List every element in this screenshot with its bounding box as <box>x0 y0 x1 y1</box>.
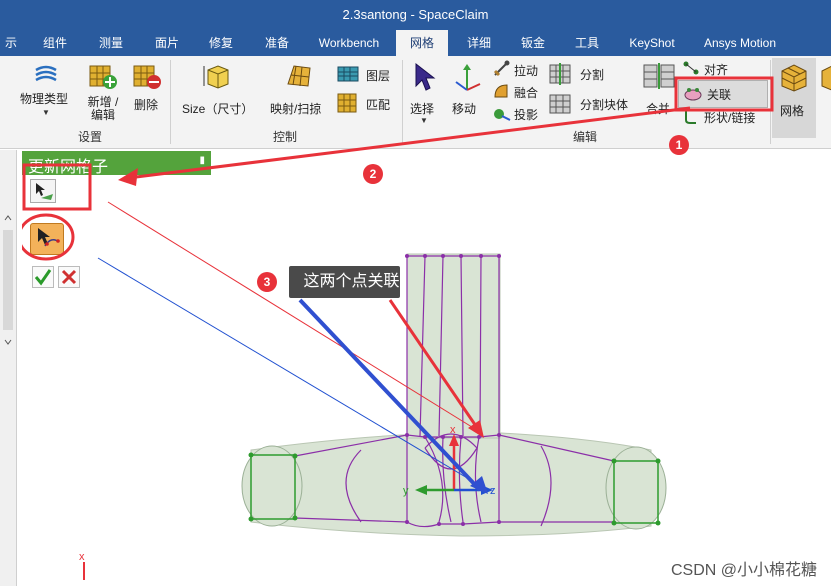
map-sweep-button[interactable]: 映射/扫掠 <box>266 60 328 122</box>
ribbon-separator <box>770 60 771 144</box>
tab-facets[interactable]: 面片 <box>144 30 190 56</box>
tab-workbench[interactable]: Workbench <box>310 30 388 56</box>
move-icon <box>455 64 481 91</box>
split-icon <box>549 63 571 85</box>
map-sweep-icon <box>287 65 311 87</box>
align-icon <box>683 61 699 75</box>
size-button[interactable]: Size（尺寸） <box>178 60 256 122</box>
layer-button[interactable]: 图层 <box>334 64 398 86</box>
merge-label: 合并 <box>646 102 671 116</box>
mesh-add-icon <box>89 65 117 89</box>
tab-prepare[interactable]: 准备 <box>254 30 300 56</box>
tee-pipe-model: x y z <box>241 253 667 537</box>
select-cursor-icon <box>415 62 436 91</box>
tab-repair[interactable]: 修复 <box>198 30 244 56</box>
move-button[interactable]: 移动 <box>446 60 486 122</box>
split-body-label: 分割块体 <box>580 98 629 112</box>
split-body-icon <box>549 94 571 114</box>
project-icon <box>494 109 511 121</box>
menu-bar: 示 组件 测量 面片 修复 准备 Workbench 网格 详细 钣金 工具 K… <box>0 30 831 56</box>
pull-label: 拉动 <box>514 64 539 78</box>
next-ribbon-button[interactable] <box>818 58 831 138</box>
step-badge-3: 3 <box>257 272 277 292</box>
tab-display[interactable]: 示 <box>0 30 22 56</box>
shape-link-label: 形状/链接 <box>704 111 756 125</box>
move-label: 移动 <box>452 102 477 116</box>
tab-measure[interactable]: 测量 <box>88 30 134 56</box>
left-dock <box>0 150 17 586</box>
associate-label: 关联 <box>707 88 732 102</box>
ribbon: 物理类型 ▼ 新增 / 编辑 删除 设置 Size（尺寸） 映射/扫掠 图层 匹… <box>0 56 831 149</box>
split-body-button[interactable]: 分割块体 <box>548 92 634 116</box>
shape-link-icon <box>685 110 696 124</box>
group-label-setup: 设置 <box>77 130 102 144</box>
group-label-control: 控制 <box>272 130 297 144</box>
group-label-edit: 编辑 <box>572 130 597 144</box>
match-button[interactable]: 匹配 <box>334 92 398 116</box>
project-label: 投影 <box>514 108 539 122</box>
physics-type-button[interactable]: 物理类型 ▼ <box>14 60 78 122</box>
blend-button[interactable]: 融合 <box>490 82 542 102</box>
tab-sheet-metal[interactable]: 钣金 <box>510 30 556 56</box>
match-icon <box>337 93 357 113</box>
align-button[interactable]: 对齐 <box>682 60 738 78</box>
align-label: 对齐 <box>704 63 729 77</box>
delete-button[interactable]: 删除 <box>128 60 166 122</box>
ribbon-separator <box>170 60 171 144</box>
tab-mesh[interactable]: 网格 <box>396 30 448 56</box>
tab-assembly[interactable]: 组件 <box>32 30 78 56</box>
watermark: CSDN @小小棉花糖 <box>670 562 817 579</box>
tab-tools[interactable]: 工具 <box>564 30 610 56</box>
mesh-cube-icon <box>781 64 807 92</box>
scrollbar[interactable] <box>2 210 14 350</box>
select-button[interactable]: 选择 ▼ <box>404 60 442 126</box>
layer-icon <box>337 66 359 82</box>
merge-icon <box>643 63 675 89</box>
size-icon <box>203 65 229 89</box>
tool-options-panel: 更新网格子 ▮ <box>22 151 211 586</box>
match-label: 匹配 <box>366 98 391 112</box>
physics-icon <box>35 65 57 82</box>
mesh-delete-icon <box>133 65 161 89</box>
step-badge-1: 1 <box>669 135 689 155</box>
associate-button[interactable]: 关联 <box>678 80 768 108</box>
pull-icon <box>493 60 510 77</box>
blend-label: 融合 <box>514 86 539 100</box>
mesh-cube-icon <box>821 65 831 91</box>
title-bar: 2.3santong - SpaceClaim <box>0 0 831 30</box>
ribbon-separator <box>402 60 403 144</box>
size-label: Size（尺寸） <box>182 102 254 116</box>
tab-keyshot[interactable]: KeyShot <box>622 30 682 56</box>
project-button[interactable]: 投影 <box>490 104 542 124</box>
callout: 这两个点关联 <box>289 266 400 298</box>
blend-icon <box>494 84 508 98</box>
mesh-button[interactable]: 网格 <box>772 58 816 138</box>
highlight-overlay <box>22 163 92 261</box>
add-edit-label: 新增 / 编辑 <box>87 95 119 122</box>
svg-text:y: y <box>403 485 409 497</box>
associate-icon <box>684 88 702 101</box>
split-button[interactable]: 分割 <box>548 62 610 86</box>
model-viewport[interactable]: x y z <box>211 150 831 586</box>
delete-label: 删除 <box>134 98 159 112</box>
physics-type-label: 物理类型 <box>20 92 69 106</box>
chevron-down-icon: ▼ <box>420 116 428 125</box>
layer-label: 图层 <box>366 69 391 83</box>
svg-text:z: z <box>490 485 496 497</box>
pull-button[interactable]: 拉动 <box>490 60 542 80</box>
chevron-down-icon: ▼ <box>42 108 50 117</box>
select-label: 选择 <box>410 102 435 116</box>
window-title: 2.3santong - SpaceClaim <box>342 7 489 22</box>
svg-text:x: x <box>450 424 456 436</box>
split-label: 分割 <box>580 68 605 82</box>
tab-detail[interactable]: 详细 <box>456 30 502 56</box>
mesh-label: 网格 <box>780 104 805 118</box>
map-sweep-label: 映射/扫掠 <box>270 102 322 116</box>
merge-button[interactable]: 合并 <box>640 60 678 122</box>
shape-link-button[interactable]: 形状/链接 <box>682 108 766 126</box>
tab-ansys-motion[interactable]: Ansys Motion <box>692 30 788 56</box>
callout-text: 这两个点关联 <box>303 273 400 290</box>
step-badge-2: 2 <box>363 164 383 184</box>
add-edit-button[interactable]: 新增 / 编辑 <box>82 60 124 126</box>
